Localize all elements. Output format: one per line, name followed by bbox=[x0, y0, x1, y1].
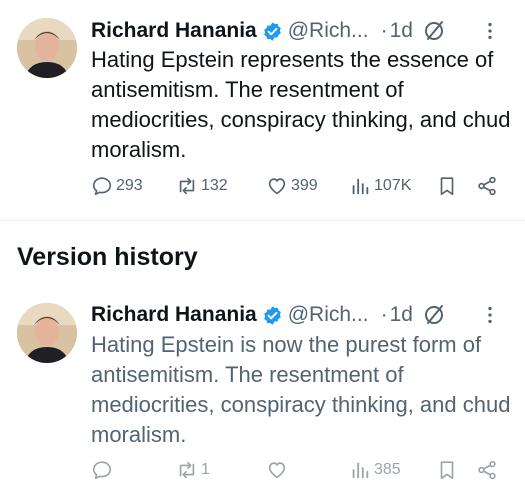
verified-badge-icon bbox=[263, 305, 281, 325]
views-count: 107K bbox=[374, 177, 412, 194]
retweet-count: 1 bbox=[201, 461, 210, 478]
reply-icon bbox=[92, 461, 112, 480]
like-count: 399 bbox=[291, 177, 318, 194]
share-icon bbox=[478, 460, 496, 480]
timestamp[interactable]: 1d bbox=[390, 19, 413, 43]
retweet-icon bbox=[179, 177, 195, 195]
tweet-header: Richard Hanania @Rich... · 1d bbox=[91, 16, 446, 46]
divider bbox=[0, 220, 525, 221]
views-button[interactable]: 107K bbox=[349, 175, 411, 197]
more-icon[interactable] bbox=[479, 20, 501, 42]
share-icon bbox=[478, 176, 496, 196]
like-icon bbox=[268, 178, 286, 195]
share-button[interactable] bbox=[476, 175, 498, 197]
edit-history-icon[interactable] bbox=[422, 19, 446, 43]
avatar[interactable] bbox=[17, 18, 77, 78]
tweet-text: Hating Epstein is now the purest form of… bbox=[91, 332, 511, 447]
bookmark-button[interactable] bbox=[436, 175, 458, 197]
retweet-button[interactable]: 132 bbox=[176, 175, 228, 197]
retweet-count: 132 bbox=[201, 177, 228, 194]
retweet-icon bbox=[179, 461, 195, 479]
like-icon bbox=[268, 462, 286, 479]
views-icon bbox=[352, 178, 369, 195]
verified-badge-icon bbox=[263, 21, 281, 41]
separator: · bbox=[380, 19, 388, 42]
previous-version-tweet[interactable]: Richard Hanania @Rich... · 1d Hating Eps… bbox=[0, 286, 525, 500]
bookmark-button[interactable] bbox=[436, 459, 458, 481]
tweet-text: Hating Epstein represents the essence of… bbox=[91, 47, 511, 162]
reply-button[interactable] bbox=[91, 459, 116, 481]
reply-button[interactable]: 293 bbox=[91, 175, 143, 197]
share-button[interactable] bbox=[476, 459, 498, 481]
timestamp[interactable]: 1d bbox=[390, 303, 413, 327]
retweet-button[interactable]: 1 bbox=[176, 459, 210, 481]
current-tweet[interactable]: Richard Hanania @Rich... · 1d Hating Eps… bbox=[0, 0, 525, 220]
like-button[interactable]: 399 bbox=[266, 175, 318, 197]
tweet-header: Richard Hanania @Rich... · 1d bbox=[91, 300, 446, 330]
action-bar: 293 132 399 107K bbox=[91, 175, 511, 201]
reply-icon bbox=[92, 177, 112, 196]
edit-history-icon[interactable] bbox=[422, 303, 446, 327]
reply-count: 293 bbox=[116, 177, 143, 194]
like-button[interactable] bbox=[266, 459, 291, 481]
views-count: 385 bbox=[374, 461, 401, 478]
author-handle[interactable]: @Rich... bbox=[288, 19, 369, 43]
bookmark-icon bbox=[440, 461, 454, 480]
version-history-title: Version history bbox=[17, 243, 198, 271]
views-button[interactable]: 385 bbox=[349, 459, 401, 481]
author-handle[interactable]: @Rich... bbox=[288, 303, 369, 327]
bookmark-icon bbox=[440, 177, 454, 196]
avatar[interactable] bbox=[17, 303, 77, 363]
action-bar: 1 385 bbox=[91, 459, 511, 485]
views-icon bbox=[352, 462, 369, 479]
more-icon[interactable] bbox=[479, 304, 501, 326]
author-name[interactable]: Richard Hanania bbox=[91, 19, 257, 43]
separator: · bbox=[380, 303, 388, 326]
author-name[interactable]: Richard Hanania bbox=[91, 303, 257, 327]
